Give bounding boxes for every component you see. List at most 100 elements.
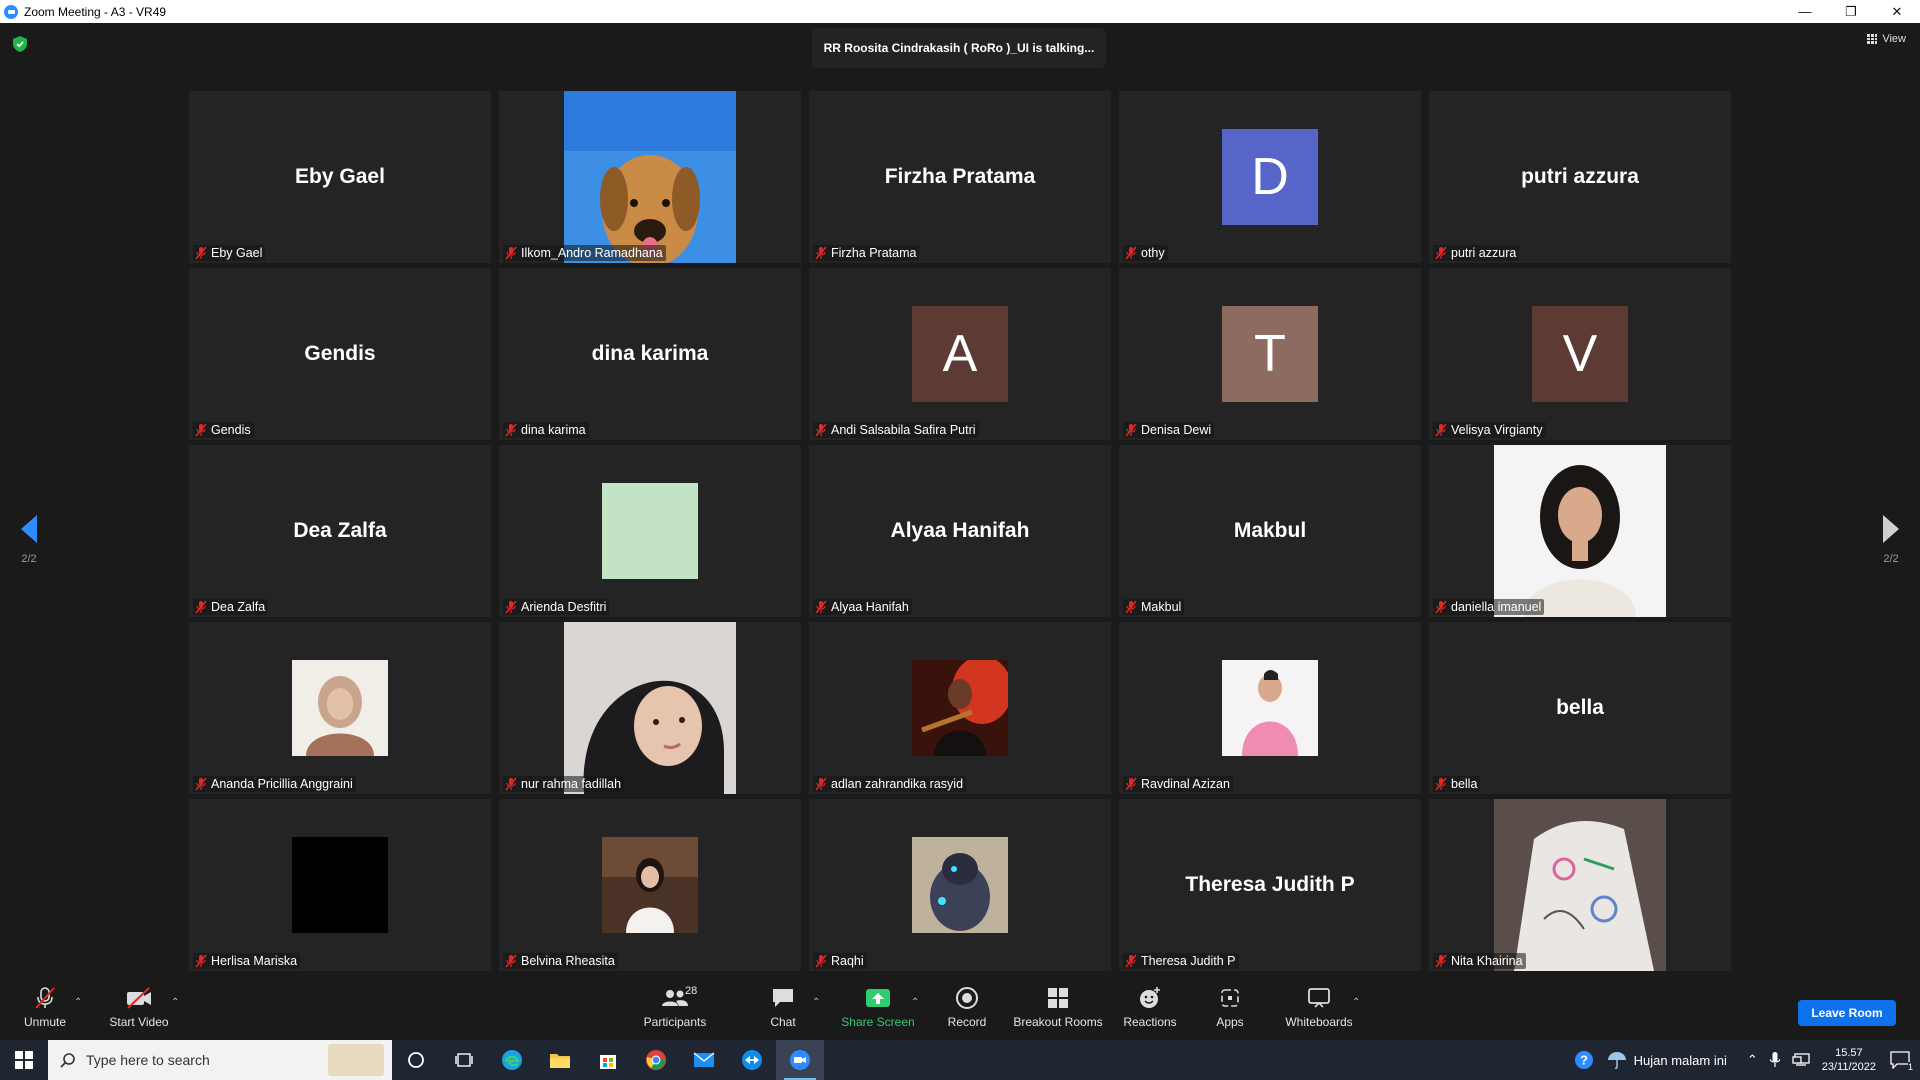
- participant-name: Velisya Virgianty: [1451, 423, 1543, 437]
- network-icon[interactable]: [1792, 1053, 1810, 1067]
- previous-page-button[interactable]: 2/2: [9, 515, 49, 565]
- participant-tile[interactable]: Eby Gael Eby Gael: [189, 91, 491, 263]
- participant-name: Ravdinal Azizan: [1141, 777, 1230, 791]
- video-options-caret-icon[interactable]: ⌃: [171, 997, 179, 1008]
- participant-tile[interactable]: Belvina Rheasita: [499, 799, 801, 971]
- participant-name-label: Raqhi: [813, 953, 867, 969]
- view-button[interactable]: View: [1867, 33, 1906, 45]
- participant-name-label: adlan zahrandika rasyid: [813, 776, 967, 792]
- help-icon[interactable]: ?: [1574, 1050, 1594, 1070]
- participant-name: Belvina Rheasita: [521, 954, 615, 968]
- participant-tile[interactable]: T Denisa Dewi: [1119, 268, 1421, 440]
- chat-button[interactable]: Chat: [765, 973, 801, 1040]
- cortana-button[interactable]: [392, 1040, 440, 1080]
- participant-tile[interactable]: Makbul Makbul: [1119, 445, 1421, 617]
- chat-options-caret-icon[interactable]: ⌃: [812, 997, 820, 1008]
- participant-tile[interactable]: Raqhi: [809, 799, 1111, 971]
- record-label: Record: [947, 1014, 987, 1029]
- participant-tile[interactable]: Firzha Pratama Firzha Pratama: [809, 91, 1111, 263]
- taskbar-chrome[interactable]: [632, 1040, 680, 1080]
- participants-button[interactable]: 28 Participants: [638, 973, 712, 1040]
- meeting-toolbar: Unmute ⌃ Start Video ⌃ 28 Participants C…: [0, 973, 1920, 1040]
- participant-tile[interactable]: adlan zahrandika rasyid: [809, 622, 1111, 794]
- active-speaker-banner: RR Roosita Cindrakasih ( RoRo )_UI is ta…: [812, 28, 1106, 68]
- participant-name: Alyaa Hanifah: [831, 600, 909, 614]
- notifications-button[interactable]: 1: [1890, 1051, 1913, 1072]
- participant-avatar: T: [1222, 306, 1318, 402]
- participant-tile[interactable]: Ilkom_Andro Ramadhana: [499, 91, 801, 263]
- participant-tile[interactable]: nur rahma fadillah: [499, 622, 801, 794]
- participant-name-label: Arienda Desfitri: [503, 599, 610, 615]
- weather-widget[interactable]: Hujan malam ini: [1606, 1050, 1727, 1070]
- record-button[interactable]: Record: [943, 973, 991, 1040]
- participant-name: Herlisa Mariska: [211, 954, 298, 968]
- task-view-button[interactable]: [440, 1040, 488, 1080]
- maximize-button[interactable]: ❐: [1828, 0, 1874, 23]
- taskbar-clock[interactable]: 15.57 23/11/2022: [1822, 1046, 1876, 1074]
- search-highlight-illustration: [328, 1044, 384, 1076]
- participant-tile[interactable]: A Andi Salsabila Safira Putri: [809, 268, 1111, 440]
- show-hidden-icons-chevron-icon[interactable]: ⌃: [1747, 1052, 1758, 1068]
- page-indicator-left: 2/2: [21, 553, 37, 565]
- folder-icon: [550, 1054, 570, 1068]
- taskbar-teamviewer[interactable]: [728, 1040, 776, 1080]
- minimize-button[interactable]: —: [1782, 0, 1828, 23]
- participant-tile[interactable]: Arienda Desfitri: [499, 445, 801, 617]
- participant-tile[interactable]: Alyaa Hanifah Alyaa Hanifah: [809, 445, 1111, 617]
- close-button[interactable]: ✕: [1874, 0, 1920, 23]
- unmute-button[interactable]: Unmute: [20, 973, 70, 1040]
- taskbar-edge[interactable]: [488, 1040, 536, 1080]
- teamviewer-icon: [742, 1050, 762, 1070]
- encryption-shield-icon[interactable]: [13, 36, 27, 52]
- arrow-left-icon: [21, 515, 37, 543]
- participant-tile[interactable]: Ravdinal Azizan: [1119, 622, 1421, 794]
- participant-name: Dea Zalfa: [211, 600, 266, 614]
- mic-muted-icon: [1435, 954, 1447, 968]
- participant-tile[interactable]: Gendis Gendis: [189, 268, 491, 440]
- participant-tile[interactable]: V Velisya Virgianty: [1429, 268, 1731, 440]
- share-screen-button[interactable]: Share Screen: [838, 973, 918, 1040]
- share-options-caret-icon[interactable]: ⌃: [911, 997, 919, 1008]
- participant-tile[interactable]: putri azzura putri azzura: [1429, 91, 1731, 263]
- taskbar-search-box[interactable]: Type here to search: [48, 1040, 392, 1080]
- apps-button[interactable]: Apps: [1210, 973, 1250, 1040]
- taskbar-mail[interactable]: [680, 1040, 728, 1080]
- taskbar-file-explorer[interactable]: [536, 1040, 584, 1080]
- microphone-icon[interactable]: [1769, 1052, 1780, 1068]
- participant-tile[interactable]: Herlisa Mariska: [189, 799, 491, 971]
- notification-count: 1: [1907, 1062, 1913, 1072]
- whiteboards-options-caret-icon[interactable]: ⌃: [1352, 997, 1360, 1008]
- participant-tile[interactable]: bella bella: [1429, 622, 1731, 794]
- taskbar-store[interactable]: [584, 1040, 632, 1080]
- participant-tile[interactable]: Dea Zalfa Dea Zalfa: [189, 445, 491, 617]
- participant-tile[interactable]: daniella imanuel: [1429, 445, 1731, 617]
- participant-tile[interactable]: Theresa Judith P Theresa Judith P: [1119, 799, 1421, 971]
- character-dark-photo: [912, 837, 1008, 933]
- reactions-button[interactable]: Reactions: [1120, 973, 1180, 1040]
- breakout-rooms-icon: [1047, 985, 1069, 1011]
- search-icon: [60, 1053, 75, 1068]
- participant-name-label: Eby Gael: [193, 245, 266, 261]
- record-icon: [955, 985, 979, 1011]
- clock-date: 23/11/2022: [1821, 1061, 1876, 1073]
- participant-tile[interactable]: Ananda Pricillia Anggraini: [189, 622, 491, 794]
- participant-name-label: Ananda Pricillia Anggraini: [193, 776, 356, 792]
- video-off-icon: [125, 985, 153, 1011]
- edge-browser-icon: [502, 1050, 522, 1070]
- breakout-rooms-button[interactable]: Breakout Rooms: [1012, 973, 1104, 1040]
- participant-display-name: Gendis: [304, 342, 376, 365]
- audio-options-caret-icon[interactable]: ⌃: [74, 997, 82, 1008]
- mic-muted-icon: [505, 954, 517, 968]
- participant-tile[interactable]: Dothy: [1119, 91, 1421, 263]
- whiteboards-button[interactable]: Whiteboards: [1283, 973, 1355, 1040]
- start-button[interactable]: [0, 1040, 48, 1080]
- taskbar-zoom[interactable]: [776, 1040, 824, 1080]
- participant-tile[interactable]: Nita Khairina: [1429, 799, 1731, 971]
- participant-name: putri azzura: [1451, 246, 1517, 260]
- start-video-button[interactable]: Start Video: [105, 973, 173, 1040]
- start-video-label: Start Video: [109, 1014, 169, 1029]
- participant-display-name: putri azzura: [1521, 165, 1639, 188]
- next-page-button[interactable]: 2/2: [1871, 515, 1911, 565]
- leave-room-button[interactable]: Leave Room: [1798, 1000, 1896, 1026]
- participant-tile[interactable]: dina karima dina karima: [499, 268, 801, 440]
